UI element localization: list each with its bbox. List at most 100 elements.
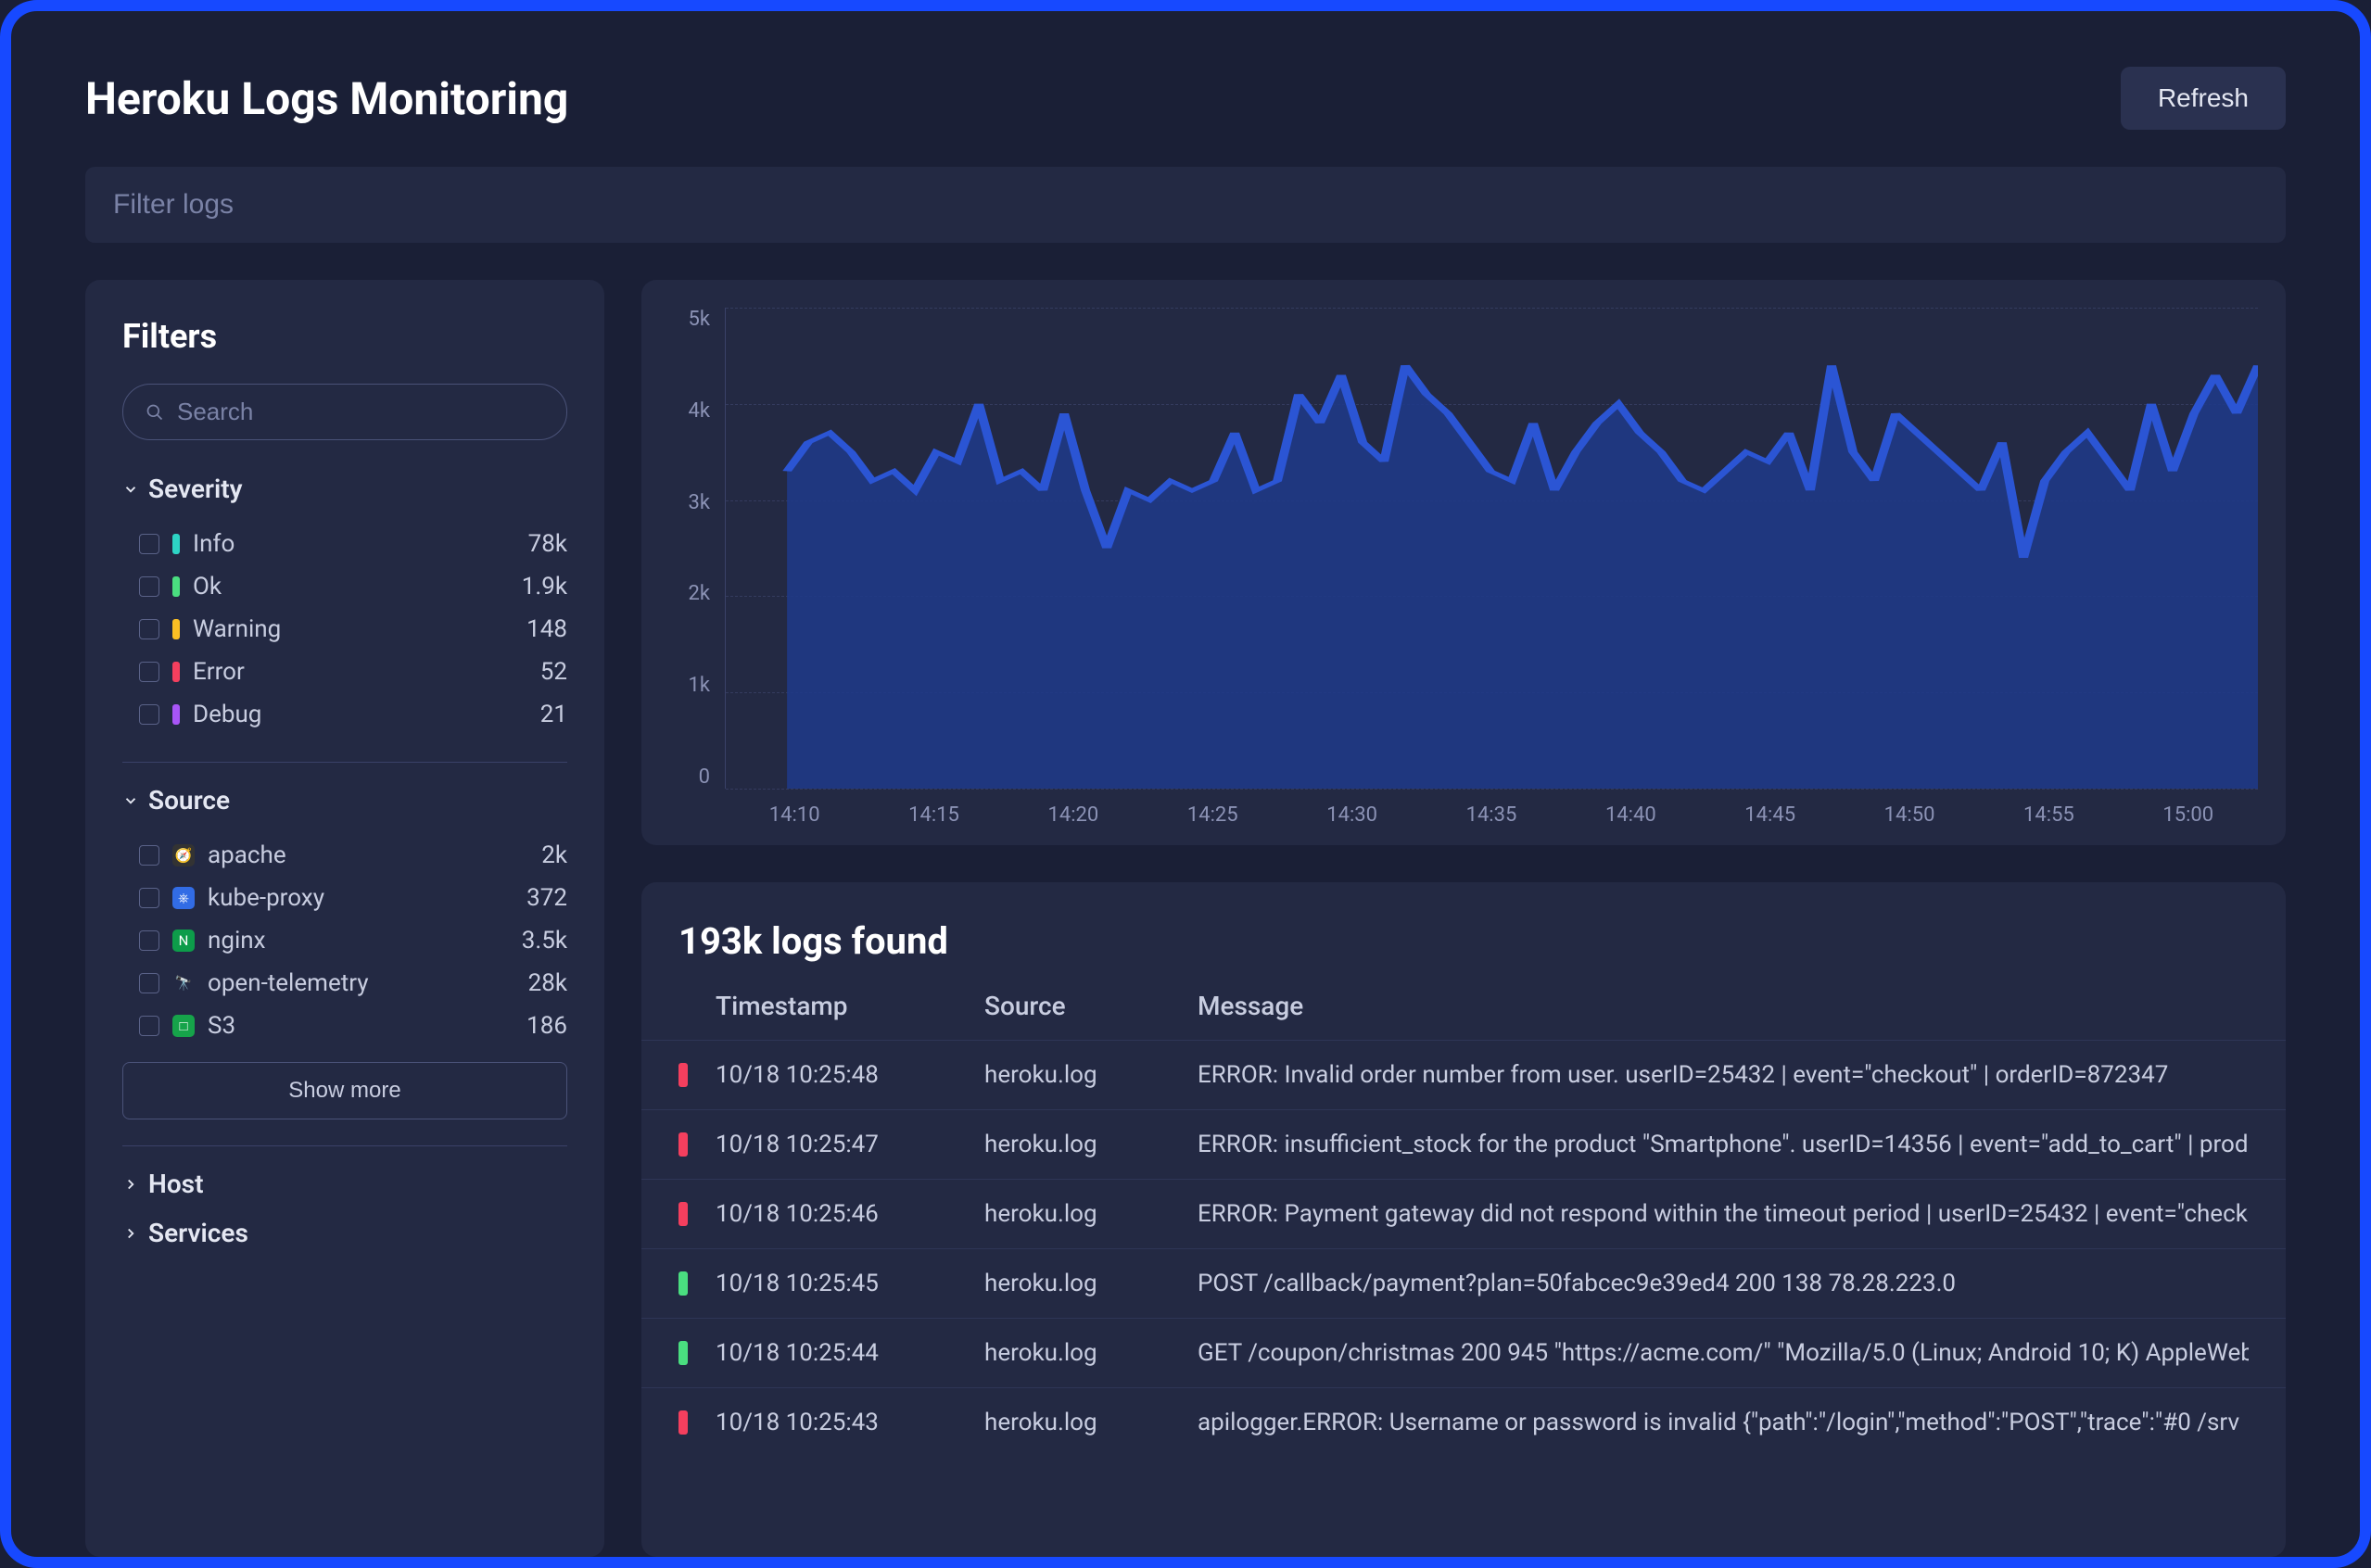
log-message: POST /callback/payment?plan=50fabcec9e39…: [1198, 1270, 2249, 1297]
show-more-button[interactable]: Show more: [122, 1062, 567, 1119]
checkbox[interactable]: [139, 662, 159, 682]
checkbox[interactable]: [139, 619, 159, 639]
host-toggle[interactable]: Host: [122, 1169, 567, 1199]
x-tick: 14:15: [908, 803, 959, 827]
y-tick: 4k: [688, 399, 710, 423]
checkbox[interactable]: [139, 845, 159, 866]
log-message: ERROR: Invalid order number from user. u…: [1198, 1061, 2249, 1089]
source-icon: □: [172, 1015, 195, 1037]
log-row[interactable]: 10/18 10:25:47heroku.logERROR: insuffici…: [641, 1109, 2286, 1179]
filters-search[interactable]: [122, 384, 567, 440]
source-label: Source: [148, 785, 230, 816]
refresh-button[interactable]: Refresh: [2121, 67, 2286, 130]
source-item-nginx[interactable]: Nnginx3.5k: [122, 919, 567, 962]
filter-label: Error: [193, 658, 540, 686]
checkbox[interactable]: [139, 704, 159, 725]
services-toggle[interactable]: Services: [122, 1218, 567, 1248]
log-severity-icon: [678, 1063, 688, 1087]
log-source: heroku.log: [984, 1270, 1198, 1297]
source-item-kube-proxy[interactable]: ⎈ kube-proxy372: [122, 877, 567, 919]
severity-group: Severity Info78kOk1.9kWarning148Error52D…: [122, 474, 567, 736]
severity-label: Severity: [148, 474, 243, 504]
filter-count: 372: [526, 884, 567, 912]
log-row[interactable]: 10/18 10:25:48heroku.logERROR: Invalid o…: [641, 1040, 2286, 1109]
filter-label: apache: [208, 841, 541, 869]
y-tick: 3k: [688, 491, 710, 514]
log-row[interactable]: 10/18 10:25:46heroku.logERROR: Payment g…: [641, 1179, 2286, 1248]
source-group: Source 🧭 apache2k ⎈ kube-proxy372 Nnginx3.5k…: [122, 785, 567, 1119]
filters-search-input[interactable]: [177, 398, 544, 426]
log-message: ERROR: insufficient_stock for the produc…: [1198, 1131, 2249, 1158]
logs-header: Timestamp Source Message: [641, 991, 2286, 1040]
filter-label: S3: [208, 1012, 526, 1040]
log-timestamp: 10/18 10:25:43: [716, 1409, 984, 1436]
log-severity-icon: [678, 1271, 688, 1296]
severity-color-icon: [172, 534, 180, 554]
filter-count: 186: [526, 1012, 567, 1040]
chart-plot[interactable]: [725, 308, 2258, 789]
filter-count: 1.9k: [522, 573, 567, 601]
severity-item-error[interactable]: Error52: [122, 651, 567, 693]
services-label: Services: [148, 1218, 248, 1248]
log-source: heroku.log: [984, 1409, 1198, 1436]
log-message: GET /coupon/christmas 200 945 "https://a…: [1198, 1339, 2249, 1367]
source-item-open-telemetry[interactable]: 🔭open-telemetry28k: [122, 962, 567, 1005]
log-source: heroku.log: [984, 1061, 1198, 1089]
x-tick: 14:10: [769, 803, 820, 827]
x-tick: 14:30: [1326, 803, 1377, 827]
filter-count: 21: [540, 701, 567, 728]
host-label: Host: [148, 1169, 203, 1199]
y-tick: 1k: [688, 674, 710, 697]
checkbox[interactable]: [139, 1016, 159, 1036]
y-tick: 0: [699, 765, 710, 789]
x-tick: 14:20: [1048, 803, 1099, 827]
log-timestamp: 10/18 10:25:45: [716, 1270, 984, 1297]
log-timestamp: 10/18 10:25:48: [716, 1061, 984, 1089]
y-axis: 5k4k3k2k1k0: [669, 308, 725, 789]
col-message: Message: [1198, 991, 2249, 1021]
log-row[interactable]: 10/18 10:25:45heroku.logPOST /callback/p…: [641, 1248, 2286, 1318]
source-icon: 🧭: [172, 844, 195, 866]
log-row[interactable]: 10/18 10:25:44heroku.logGET /coupon/chri…: [641, 1318, 2286, 1387]
log-severity-icon: [678, 1202, 688, 1226]
checkbox[interactable]: [139, 576, 159, 597]
source-item-S3[interactable]: □ S3186: [122, 1005, 567, 1047]
checkbox[interactable]: [139, 930, 159, 951]
filter-count: 28k: [528, 969, 567, 997]
filters-sidebar: Filters Severity Info78kOk1.9kWarning148…: [85, 280, 604, 1557]
logs-count: 193k logs found: [641, 919, 2286, 991]
checkbox[interactable]: [139, 534, 159, 554]
chevron-right-icon: [122, 1176, 139, 1193]
filter-label: open-telemetry: [208, 969, 528, 997]
severity-item-info[interactable]: Info78k: [122, 523, 567, 565]
x-tick: 14:40: [1605, 803, 1656, 827]
source-icon: ⎈: [172, 887, 195, 909]
source-icon: N: [172, 929, 195, 952]
source-item-apache[interactable]: 🧭 apache2k: [122, 834, 567, 877]
filter-logs-input[interactable]: [85, 167, 2286, 243]
log-timestamp: 10/18 10:25:44: [716, 1339, 984, 1367]
severity-item-warning[interactable]: Warning148: [122, 608, 567, 651]
x-axis: 14:1014:1514:2014:2514:3014:3514:4014:45…: [669, 789, 2258, 827]
chevron-down-icon: [122, 481, 139, 498]
x-tick: 14:55: [2023, 803, 2074, 827]
log-severity-icon: [678, 1132, 688, 1157]
checkbox[interactable]: [139, 888, 159, 908]
source-toggle[interactable]: Source: [122, 785, 567, 816]
filter-count: 78k: [528, 530, 567, 558]
filter-count: 2k: [541, 841, 567, 869]
filter-label: Ok: [193, 573, 522, 601]
divider: [122, 762, 567, 763]
severity-toggle[interactable]: Severity: [122, 474, 567, 504]
x-tick: 15:00: [2162, 803, 2213, 827]
filter-label: nginx: [208, 927, 522, 955]
filter-label: kube-proxy: [208, 884, 526, 912]
checkbox[interactable]: [139, 973, 159, 993]
search-icon: [146, 403, 164, 422]
log-row[interactable]: 10/18 10:25:43heroku.logapilogger.ERROR:…: [641, 1387, 2286, 1457]
filter-label: Warning: [193, 615, 526, 643]
x-tick: 14:45: [1744, 803, 1795, 827]
severity-item-ok[interactable]: Ok1.9k: [122, 565, 567, 608]
x-tick: 14:25: [1187, 803, 1238, 827]
severity-item-debug[interactable]: Debug21: [122, 693, 567, 736]
